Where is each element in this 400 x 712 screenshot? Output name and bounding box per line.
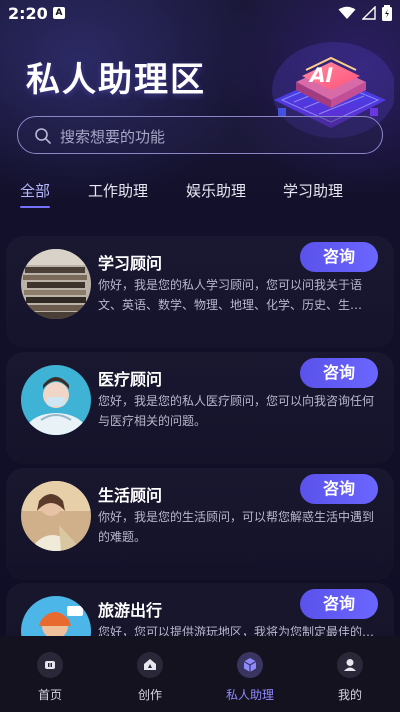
tab-entertainment-assistant[interactable]: 娱乐助理: [186, 180, 246, 201]
card-description: 您好，我是您的私人医疗顾问，您可以向我咨询任何与医疗相关的问题。: [98, 394, 375, 428]
page-title: 私人助理区: [26, 60, 206, 100]
profile-icon: [337, 652, 363, 678]
status-time: 2:20: [8, 4, 48, 23]
wifi-icon: [338, 6, 356, 19]
nav-label: 首页: [37, 688, 62, 702]
tab-work-assistant[interactable]: 工作助理: [88, 180, 148, 201]
active-tab-indicator: [20, 206, 50, 208]
consult-button[interactable]: 咨询: [300, 358, 378, 388]
books-photo-icon: [21, 249, 91, 319]
consult-button[interactable]: 咨询: [300, 242, 378, 272]
card-description: 你好，我是您的私人学习顾问，您可以问我关于语文、英语、数学、物理、地理、化学、历…: [98, 278, 363, 312]
consult-button[interactable]: 咨询: [300, 589, 378, 619]
nav-item-profile[interactable]: 我的: [300, 636, 400, 712]
card-title: 生活顾问: [98, 486, 163, 505]
category-tabs: 全部 工作助理 娱乐助理 学习助理: [0, 180, 400, 210]
card-title: 医疗顾问: [98, 370, 163, 389]
assistant-card-life[interactable]: 生活顾问 咨询 你好，我是您的生活顾问，可以帮您解惑生活中遇到的难题。: [6, 468, 394, 580]
nav-label: 我的: [337, 688, 362, 702]
bottom-navigation: 首页 创作 私人助理 我的: [0, 636, 400, 712]
nav-item-create[interactable]: 创作: [100, 636, 200, 712]
nav-item-assistant[interactable]: 私人助理: [200, 636, 300, 712]
consult-button[interactable]: 咨询: [300, 474, 378, 504]
search-placeholder: 搜索想要的功能: [60, 128, 166, 146]
home-icon: [37, 652, 63, 678]
card-description: 你好，我是您的生活顾问，可以帮您解惑生活中遇到的难题。: [98, 510, 375, 544]
battery-icon: [382, 5, 392, 21]
signal-icon: [362, 6, 376, 20]
status-bar: 2:20 A: [0, 0, 400, 28]
doctor-photo-icon: [21, 365, 91, 435]
status-icons: [338, 5, 392, 21]
card-title: 学习顾问: [98, 254, 163, 273]
tab-study-assistant[interactable]: 学习助理: [283, 180, 343, 201]
search-icon: [35, 128, 51, 144]
person-photo-icon: [21, 481, 91, 551]
assistant-icon: [237, 652, 263, 678]
assistant-card-medical[interactable]: 医疗顾问 咨询 您好，我是您的私人医疗顾问，您可以向我咨询任何与医疗相关的问题。: [6, 352, 394, 464]
nav-item-home[interactable]: 首页: [0, 636, 100, 712]
search-input[interactable]: 搜索想要的功能: [17, 116, 383, 154]
nav-label: 私人助理: [225, 688, 274, 702]
tab-all[interactable]: 全部: [20, 180, 50, 201]
nav-label: 创作: [137, 688, 162, 702]
create-icon: [137, 652, 163, 678]
card-title: 旅游出行: [98, 601, 163, 620]
notification-badge-icon: A: [53, 7, 65, 19]
assistant-card-study[interactable]: 学习顾问 咨询 你好，我是您的私人学习顾问，您可以问我关于语文、英语、数学、物理…: [6, 236, 394, 348]
